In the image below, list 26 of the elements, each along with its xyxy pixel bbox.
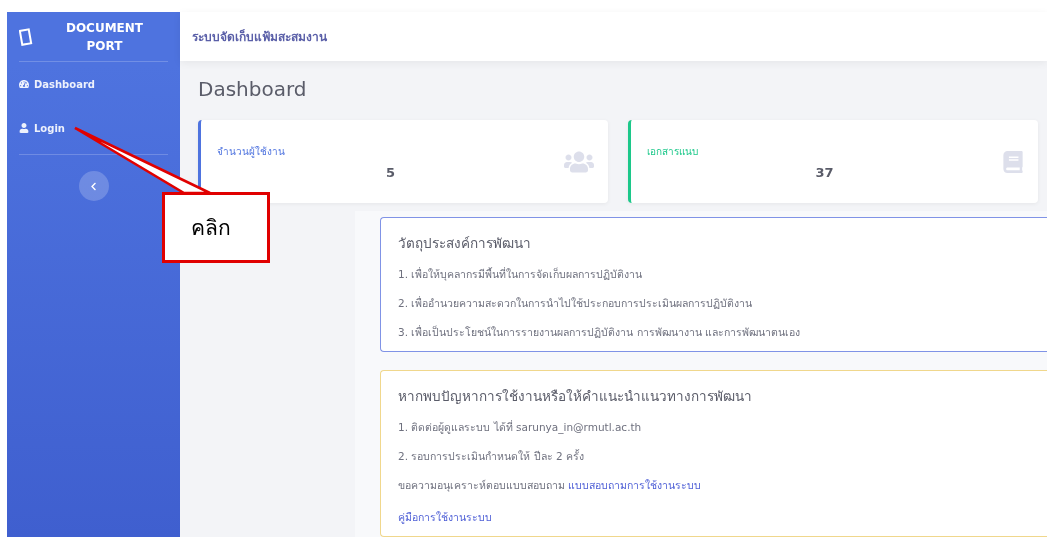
- panel-text: 1. เพื่อให้บุคลากรมีพื้นที่ในการจัดเก็บผลการปฏิบัติงาน: [398, 266, 644, 283]
- stat-value: 37: [814, 164, 835, 180]
- panel-text: 2. เพื่ออำนวยความสะดวกในการนำไปใช้ประกอบการประเมินผลการปฏิบัติงาน: [398, 295, 754, 311]
- tablet-icon: [19, 27, 33, 46]
- manual-link[interactable]: คู่มือการใช้งานระบบ: [398, 511, 492, 523]
- collapse-button[interactable]: [78, 171, 109, 201]
- panel-text: 1. ติดต่อผู้ดูแลระบบ ได้ที่ sarunya_in@rmutl.ac.th: [398, 419, 643, 436]
- sidebar-item[interactable]: Dashboard: [19, 62, 168, 106]
- chevron-icon: [89, 181, 98, 191]
- stat-label: เอกสารแนบ: [647, 144, 699, 159]
- panel-text: 3. เพื่อเป็นประโยชน์ในการรายงานผลการปฏิบัติงาน การพัฒนางาน และการพัฒนาตนเอง: [398, 324, 802, 340]
- stat-value: 5: [384, 164, 396, 180]
- book-icon: [1002, 150, 1024, 173]
- sidebar-item[interactable]: Login: [19, 106, 168, 150]
- stat-label: จำนวนผู้ใช้งาน: [217, 144, 286, 159]
- panel-title: วัตถุประสงค์การพัฒนา: [398, 234, 532, 254]
- panel-text: 2. รอบการประเมินกำหนดให้ ปีละ 2 ครั้ง: [398, 448, 586, 464]
- brand-name: DOCUMENT PORT: [64, 19, 145, 55]
- gauge-icon: [19, 79, 29, 89]
- survey-link[interactable]: แบบสอบถามการใช้งานระบบ: [568, 479, 702, 491]
- page-title: Dashboard: [198, 77, 308, 104]
- user-icon: [19, 123, 29, 133]
- panel-text: ขอความอนุเคราะห์ตอบแบบสอบถาม แบบสอบถามการใช้งานระบบ: [398, 478, 703, 494]
- callout-text: คลิก: [162, 192, 270, 263]
- panel-title: หากพบปัญหาการใช้งานหรือให้คำแนะนำแนวทางการพัฒนา: [398, 387, 753, 406]
- app-title: ระบบจัดเก็บแฟ้มสะสมงาน: [192, 28, 327, 47]
